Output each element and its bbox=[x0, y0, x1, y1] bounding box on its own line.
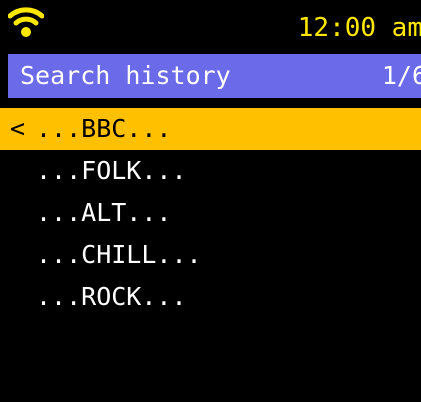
wifi-arc-middle bbox=[13, 16, 39, 26]
list-item-label: ...CHILL... bbox=[36, 240, 202, 269]
page-title: Search history bbox=[20, 61, 231, 90]
list-item[interactable]: ...ROCK... bbox=[0, 276, 421, 318]
list-item[interactable]: ...CHILL... bbox=[0, 234, 421, 276]
list-header: Search history 1/6 bbox=[8, 54, 421, 98]
status-bar: 12:00 am bbox=[0, 0, 421, 50]
list-item-label: ...BBC... bbox=[36, 114, 172, 143]
list-item[interactable]: < ...BBC... bbox=[0, 108, 421, 150]
page-counter: 1/6 bbox=[381, 61, 421, 90]
wifi-dot bbox=[21, 27, 31, 37]
list-item[interactable]: ...FOLK... bbox=[0, 150, 421, 192]
list-item-label: ...ROCK... bbox=[36, 282, 187, 311]
search-history-list: < ...BBC... ...FOLK... ...ALT... ...CHIL… bbox=[0, 108, 421, 318]
list-item-label: ...ALT... bbox=[36, 198, 172, 227]
list-item-label: ...FOLK... bbox=[36, 156, 187, 185]
wifi-icon bbox=[8, 7, 44, 37]
wifi-arc-outer bbox=[8, 7, 44, 19]
list-item[interactable]: ...ALT... bbox=[0, 192, 421, 234]
clock: 12:00 am bbox=[297, 13, 421, 43]
back-arrow-icon[interactable]: < bbox=[10, 108, 25, 150]
